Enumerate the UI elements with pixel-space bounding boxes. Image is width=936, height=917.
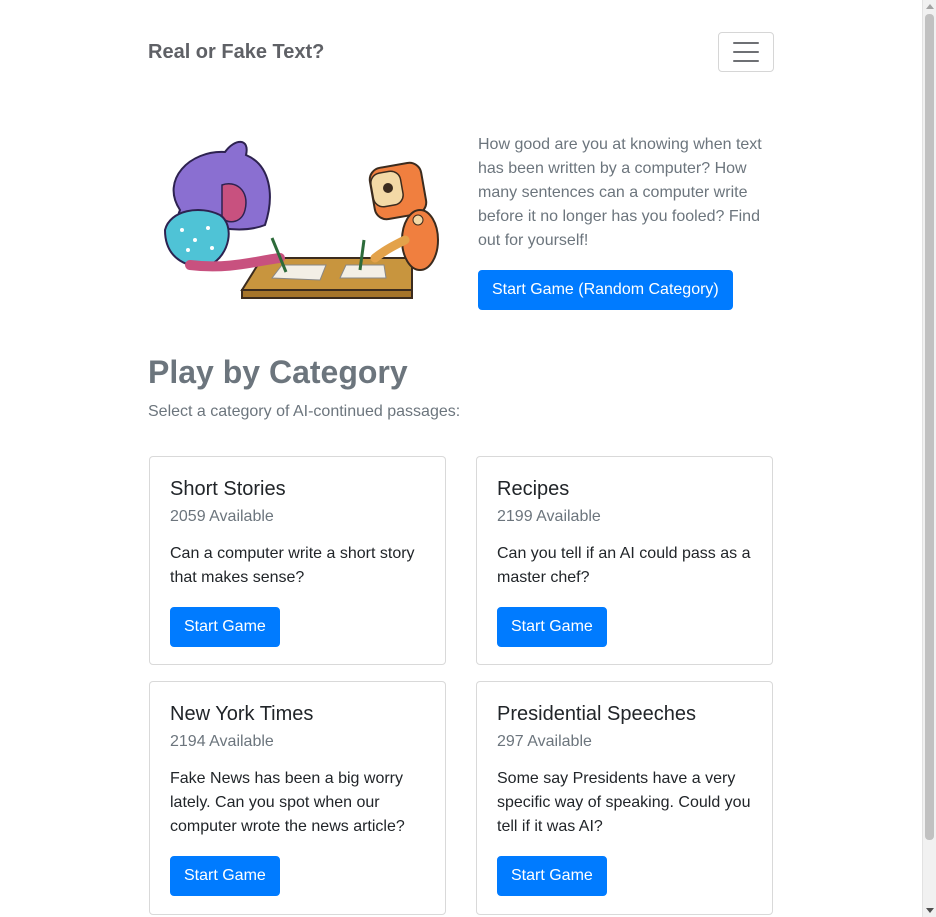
section-subtitle: Select a category of AI-continued passag… xyxy=(148,403,461,420)
card-description: Can a computer write a short story that … xyxy=(170,545,415,586)
hamburger-menu-icon[interactable] xyxy=(718,32,774,72)
card-title: Recipes xyxy=(497,478,570,500)
person-and-robot-writing-illustration xyxy=(163,140,439,299)
available-count: 2199 Available xyxy=(497,508,601,525)
start-game-button[interactable]: Start Game xyxy=(497,607,607,647)
hero-description: How good are you at knowing when text ha… xyxy=(478,136,762,249)
available-count: 297 Available xyxy=(497,733,592,750)
menu-bar xyxy=(733,51,759,53)
category-card-recipes: Recipes 2199 Available Can you tell if a… xyxy=(476,456,773,665)
menu-bar xyxy=(733,42,759,44)
card-description: Some say Presidents have a very specific… xyxy=(497,770,751,835)
page: Real or Fake Text? How good are you at k… xyxy=(0,0,922,917)
start-game-button[interactable]: Start Game xyxy=(170,607,280,647)
menu-bar xyxy=(733,60,759,62)
card-title: New York Times xyxy=(170,703,314,725)
navbar-brand[interactable]: Real or Fake Text? xyxy=(148,40,324,64)
card-title: Presidential Speeches xyxy=(497,703,697,725)
start-game-button[interactable]: Start Game xyxy=(497,856,607,896)
scroll-down-arrow-icon[interactable] xyxy=(926,908,934,913)
vertical-scrollbar[interactable] xyxy=(922,0,936,917)
category-card-short-stories: Short Stories 2059 Available Can a compu… xyxy=(149,456,446,665)
card-description: Can you tell if an AI could pass as a ma… xyxy=(497,545,751,586)
category-card-presidential-speeches: Presidential Speeches 297 Available Some… xyxy=(476,681,773,915)
section-title: Play by Category xyxy=(148,354,408,390)
start-random-game-button[interactable]: Start Game (Random Category) xyxy=(478,270,733,310)
category-card-new-york-times: New York Times 2194 Available Fake News … xyxy=(149,681,446,915)
scrollbar-thumb[interactable] xyxy=(925,14,934,840)
card-title: Short Stories xyxy=(170,478,286,500)
available-count: 2194 Available xyxy=(170,733,274,750)
available-count: 2059 Available xyxy=(170,508,274,525)
card-description: Fake News has been a big worry lately. C… xyxy=(170,770,405,835)
start-game-button[interactable]: Start Game xyxy=(170,856,280,896)
scroll-up-arrow-icon[interactable] xyxy=(926,4,934,9)
